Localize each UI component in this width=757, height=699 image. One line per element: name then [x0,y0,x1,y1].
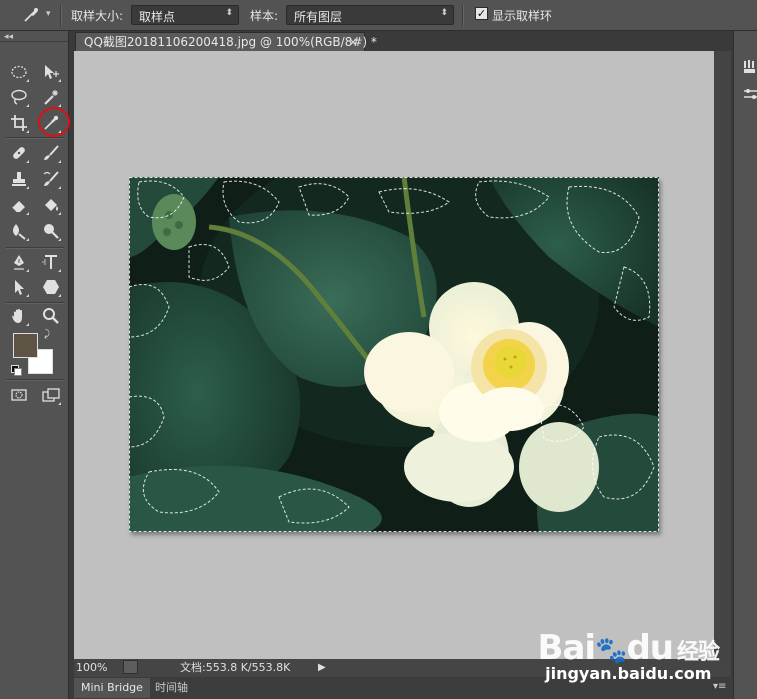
watermark-url: jingyan.baidu.com [545,664,712,683]
move-icon[interactable] [40,61,62,83]
document-tab-title: QQ截图20181106200418.jpg @ 100%(RGB/8#) * [84,35,377,49]
screen-mode-icon[interactable] [40,384,62,406]
paw-icon: 🐾 [595,636,627,666]
tools-panel: ◂◂ ⤸ [0,31,70,699]
marquee-icon[interactable] [8,61,30,83]
highlight-circle [38,107,70,137]
quick-mask-icon[interactable] [8,384,30,406]
updown-arrow-icon: ⬍ [225,8,233,18]
swap-colors-icon[interactable]: ⤸ [44,329,50,340]
brush-presets-icon[interactable] [740,56,757,78]
brush-icon[interactable] [40,142,62,164]
watermark-brand: Bai [537,628,597,668]
right-panel-dock [733,31,757,699]
crop-icon[interactable] [8,112,30,134]
divider [6,379,64,381]
pen-icon[interactable] [8,251,30,273]
sample-size-value: 取样点 [139,10,176,24]
shape-icon[interactable] [40,276,62,298]
divider [462,5,464,26]
vertical-scrollbar[interactable] [714,51,731,659]
show-ring-label: 显示取样环 [492,9,553,23]
history-brush-icon[interactable] [40,168,62,190]
close-icon[interactable]: × [348,33,358,51]
sample-size-label: 取样大小: [71,9,124,23]
divider [60,5,62,26]
lasso-icon[interactable] [8,86,30,108]
paint-bucket-icon[interactable] [40,194,62,216]
divider [0,41,68,42]
divider [6,137,64,139]
path-select-icon[interactable] [8,276,30,298]
options-bar: ▾ 取样大小: 取样点 ⬍ 样本: 所有图层 ⬍ ✓ 显示取样环 [0,0,757,31]
status-arrow-icon[interactable]: ▶ [318,659,326,676]
document-tab[interactable]: QQ截图20181106200418.jpg @ 100%(RGB/8#) * … [75,32,377,51]
zoom-icon[interactable] [40,305,62,327]
photo-image [129,177,659,532]
eyedropper-icon[interactable] [20,4,42,26]
stamp-icon[interactable] [8,168,30,190]
healing-icon[interactable] [8,142,30,164]
magic-wand-icon[interactable] [40,86,62,108]
baidu-jingyan-watermark: Bai🐾du 经验 jingyan.baidu.com [537,628,720,683]
updown-arrow-icon: ⬍ [440,8,448,18]
sample-select[interactable]: 所有图层 ⬍ [286,5,454,25]
default-colors-icon[interactable] [11,365,22,376]
foreground-color-swatch[interactable] [13,333,38,358]
divider [6,247,64,249]
dodge-icon[interactable] [40,220,62,242]
show-ring-checkbox[interactable]: ✓ [475,7,488,20]
eraser-icon[interactable] [8,194,30,216]
tab-mini-bridge[interactable]: Mini Bridge [74,678,150,698]
divider [6,302,64,304]
watermark-brand2: du [626,628,674,668]
hand-icon[interactable] [8,305,30,327]
zoom-level[interactable]: 100% [76,659,107,676]
sample-value: 所有图层 [294,10,343,24]
sample-label: 样本: [250,9,279,23]
blur-icon[interactable] [8,220,30,242]
sample-size-select[interactable]: 取样点 ⬍ [131,5,239,25]
watermark-brand-cn: 经验 [676,640,720,665]
status-menu-icon[interactable] [123,660,138,674]
adjust-panel-icon[interactable] [740,83,757,105]
lotus-photo[interactable] [129,177,659,532]
document-info: 文档:553.8 K/553.8K [180,661,291,674]
tool-preset-arrow-icon[interactable]: ▾ [46,9,51,19]
type-icon[interactable] [40,251,62,273]
tab-timeline[interactable]: 时间轴 [148,678,195,698]
